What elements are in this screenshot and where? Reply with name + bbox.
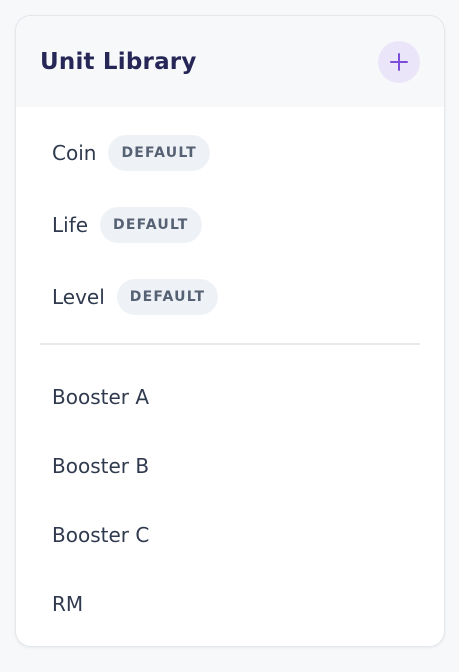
unit-item-booster-a[interactable]: Booster A	[40, 362, 420, 431]
unit-item-coin[interactable]: Coin DEFAULT	[40, 117, 420, 189]
panel-title: Unit Library	[40, 48, 197, 75]
unit-label: RM	[52, 591, 84, 616]
unit-library-panel: Unit Library Coin DEFAULT Life DEFAULT L…	[15, 15, 445, 647]
plus-icon	[389, 52, 409, 72]
unit-label: Coin	[52, 141, 97, 165]
unit-list: Coin DEFAULT Life DEFAULT Level DEFAULT …	[16, 117, 444, 638]
unit-item-life[interactable]: Life DEFAULT	[40, 189, 420, 261]
panel-header: Unit Library	[16, 16, 444, 107]
unit-item-booster-b[interactable]: Booster B	[40, 431, 420, 500]
add-unit-button[interactable]	[378, 40, 420, 83]
unit-label: Booster A	[52, 384, 150, 409]
unit-item-level[interactable]: Level DEFAULT	[40, 261, 420, 333]
default-badge: DEFAULT	[108, 135, 210, 171]
unit-label: Booster C	[52, 522, 150, 547]
default-badge: DEFAULT	[100, 207, 202, 243]
unit-label: Life	[52, 213, 89, 237]
unit-item-booster-c[interactable]: Booster C	[40, 500, 420, 569]
unit-item-rm[interactable]: RM	[40, 569, 420, 638]
default-badge: DEFAULT	[116, 279, 219, 315]
default-unit-list: Coin DEFAULT Life DEFAULT Level DEFAULT	[40, 117, 420, 333]
unit-label: Booster B	[52, 453, 150, 478]
custom-unit-list: Booster A Booster B Booster C RM	[40, 345, 420, 638]
unit-label: Level	[52, 285, 105, 309]
